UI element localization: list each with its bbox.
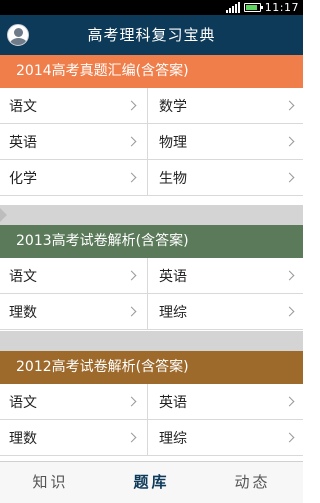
section-header: 2014高考真题汇编(含答案) — [0, 55, 303, 88]
subject-item[interactable]: 数学 — [148, 88, 303, 124]
subject-label: 英语 — [9, 134, 37, 151]
battery-icon — [243, 3, 263, 12]
section-2013: 2013高考试卷解析(含答案) 语文 英语 理数 理综 — [0, 225, 303, 330]
subject-item[interactable]: 语文 — [0, 384, 148, 420]
tab-news[interactable]: 动态 — [202, 462, 303, 503]
chevron-right-icon — [126, 432, 137, 442]
page-title: 高考理科复习宝典 — [87, 26, 216, 44]
chevron-right-icon — [284, 136, 295, 146]
chevron-right-icon — [126, 136, 137, 146]
tab-question-bank[interactable]: 题库 — [101, 462, 202, 503]
question-bank-list[interactable]: 2014高考真题汇编(含答案) 语文 数学 英语 物理 化学 生物 2013高考… — [0, 55, 303, 461]
status-icons: 11:17 — [225, 1, 299, 14]
subject-label: 物理 — [159, 134, 187, 151]
subject-grid: 语文 数学 英语 物理 化学 生物 — [0, 88, 303, 196]
app-header: 高考理科复习宝典 — [0, 15, 303, 55]
subject-grid: 语文 英语 理数 理综 — [0, 258, 303, 330]
battery-level — [245, 5, 258, 10]
subject-item[interactable]: 语文 — [0, 258, 148, 294]
chevron-right-icon — [126, 396, 137, 406]
subject-item[interactable]: 理综 — [148, 294, 303, 330]
subject-label: 理综 — [159, 304, 187, 321]
subject-label: 理数 — [9, 430, 37, 447]
subject-label: 语文 — [9, 394, 37, 411]
subject-label: 英语 — [159, 268, 187, 285]
chevron-right-icon — [284, 172, 295, 182]
subject-item[interactable]: 理综 — [148, 420, 303, 456]
bottom-tab-bar: 知识 题库 动态 — [0, 461, 303, 503]
chevron-right-icon — [284, 270, 295, 280]
subject-label: 语文 — [9, 98, 37, 115]
chevron-right-icon — [126, 306, 137, 316]
subject-label: 理数 — [9, 304, 37, 321]
subject-item[interactable]: 理数 — [0, 420, 148, 456]
tab-knowledge[interactable]: 知识 — [0, 462, 101, 503]
section-divider — [0, 205, 303, 225]
section-header: 2013高考试卷解析(含答案) — [0, 225, 303, 258]
section-divider — [0, 331, 303, 351]
chevron-right-icon — [284, 396, 295, 406]
subject-grid: 语文 英语 理数 理综 — [0, 384, 303, 456]
subject-label: 数学 — [159, 98, 187, 115]
section-header: 2012高考试卷解析(含答案) — [0, 351, 303, 384]
subject-label: 化学 — [9, 170, 37, 187]
subject-item[interactable]: 英语 — [0, 124, 148, 160]
subject-item[interactable]: 英语 — [148, 384, 303, 420]
chevron-right-icon — [284, 432, 295, 442]
divider-notch-icon — [0, 208, 7, 222]
subject-item[interactable]: 英语 — [148, 258, 303, 294]
status-bar: 11:17 — [0, 0, 303, 15]
subject-item[interactable]: 生物 — [148, 160, 303, 196]
subject-item[interactable]: 化学 — [0, 160, 148, 196]
subject-item[interactable]: 语文 — [0, 88, 148, 124]
chevron-right-icon — [126, 100, 137, 110]
section-2014: 2014高考真题汇编(含答案) 语文 数学 英语 物理 化学 生物 — [0, 55, 303, 196]
subject-item[interactable]: 理数 — [0, 294, 148, 330]
chevron-right-icon — [284, 306, 295, 316]
chevron-right-icon — [126, 172, 137, 182]
subject-label: 语文 — [9, 268, 37, 285]
subject-label: 理综 — [159, 430, 187, 447]
subject-label: 生物 — [159, 170, 187, 187]
subject-label: 英语 — [159, 394, 187, 411]
subject-item[interactable]: 物理 — [148, 124, 303, 160]
chevron-right-icon — [126, 270, 137, 280]
status-time: 11:17 — [264, 1, 299, 14]
section-2012: 2012高考试卷解析(含答案) 语文 英语 理数 理综 — [0, 351, 303, 456]
chevron-right-icon — [284, 100, 295, 110]
signal-icon — [225, 2, 240, 13]
